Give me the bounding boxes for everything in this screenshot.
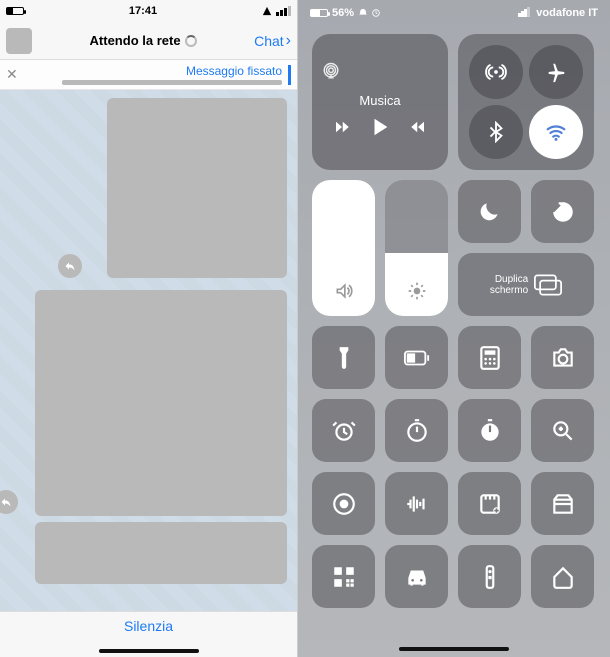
chat-body[interactable]	[0, 90, 297, 611]
back-to-chats-button[interactable]: Chat ›	[254, 32, 291, 50]
brightness-icon	[407, 281, 427, 306]
message-bubble[interactable]	[35, 522, 287, 584]
remote-icon[interactable]	[458, 545, 521, 608]
mirror-label-2: schermo	[490, 285, 528, 296]
magnifier-icon[interactable]	[531, 399, 594, 462]
message-bubble[interactable]	[35, 290, 287, 516]
mirror-label-1: Duplica	[490, 274, 528, 285]
wifi-icon[interactable]	[529, 105, 583, 159]
quick-note-icon[interactable]	[458, 472, 521, 535]
music-widget[interactable]: Musica	[312, 34, 448, 170]
page-title: Attendo la rete	[38, 33, 248, 48]
timer-icon[interactable]	[385, 399, 448, 462]
avatar[interactable]	[6, 28, 32, 54]
do-not-disturb-icon[interactable]	[458, 180, 521, 243]
low-power-icon[interactable]	[385, 326, 448, 389]
camera-icon[interactable]	[531, 326, 594, 389]
next-track-icon[interactable]	[333, 118, 351, 141]
chat-header: Attendo la rete Chat ›	[0, 22, 297, 60]
calculator-icon[interactable]	[458, 326, 521, 389]
volume-slider[interactable]	[312, 180, 375, 316]
home-indicator[interactable]	[399, 647, 509, 651]
pinned-stripe	[288, 65, 291, 85]
driving-mode-icon[interactable]	[385, 545, 448, 608]
wallet-icon[interactable]	[531, 472, 594, 535]
home-icon[interactable]	[531, 545, 594, 608]
reply-icon[interactable]	[58, 254, 82, 278]
alarm-clock-icon[interactable]	[312, 399, 375, 462]
stopwatch-icon[interactable]	[458, 399, 521, 462]
brightness-slider[interactable]	[385, 180, 448, 316]
chevron-right-icon: ›	[286, 32, 291, 50]
control-center: 56% vodafone IT Musica	[298, 0, 610, 657]
status-icons	[358, 8, 381, 18]
pinned-message-bar[interactable]: ✕ Messaggio fissato	[0, 60, 297, 90]
status-time: 17:41	[129, 5, 157, 17]
play-icon[interactable]	[369, 116, 391, 143]
mute-button[interactable]: Silenzia	[124, 618, 173, 634]
status-bar: 17:41	[0, 0, 297, 22]
screen-mirroring-button[interactable]: Duplica schermo	[458, 253, 594, 316]
reply-icon[interactable]	[0, 490, 18, 514]
airplane-icon[interactable]	[529, 45, 583, 99]
signal-icon	[518, 7, 530, 20]
chat-footer: Silenzia	[0, 611, 297, 657]
voice-memo-icon[interactable]	[385, 472, 448, 535]
cellular-antenna-icon[interactable]	[469, 45, 523, 99]
signal-icon	[262, 6, 291, 16]
screen-mirroring-icon	[534, 274, 562, 296]
qr-scan-icon[interactable]	[312, 545, 375, 608]
previous-track-icon[interactable]	[409, 118, 427, 141]
screen-record-icon[interactable]	[312, 472, 375, 535]
bluetooth-icon[interactable]	[469, 105, 523, 159]
status-bar: 56% vodafone IT	[298, 0, 610, 26]
flashlight-icon[interactable]	[312, 326, 375, 389]
music-title: Musica	[359, 93, 400, 108]
loading-spinner-icon	[185, 35, 197, 47]
home-indicator[interactable]	[99, 649, 199, 653]
carrier-label: vodafone IT	[536, 7, 598, 19]
battery-percent: 56%	[332, 7, 354, 19]
battery-indicator	[310, 9, 328, 17]
battery-indicator	[6, 7, 24, 15]
rotation-lock-icon[interactable]	[531, 180, 594, 243]
volume-icon	[334, 281, 354, 306]
connectivity-widget[interactable]	[458, 34, 594, 170]
pinned-label: Messaggio fissato	[186, 64, 282, 78]
chat-app-screenshot: 17:41 Attendo la rete Chat › ✕ Messaggio…	[0, 0, 298, 657]
close-icon[interactable]: ✕	[6, 66, 18, 83]
airplay-icon[interactable]	[322, 62, 340, 85]
message-bubble[interactable]	[107, 98, 287, 278]
